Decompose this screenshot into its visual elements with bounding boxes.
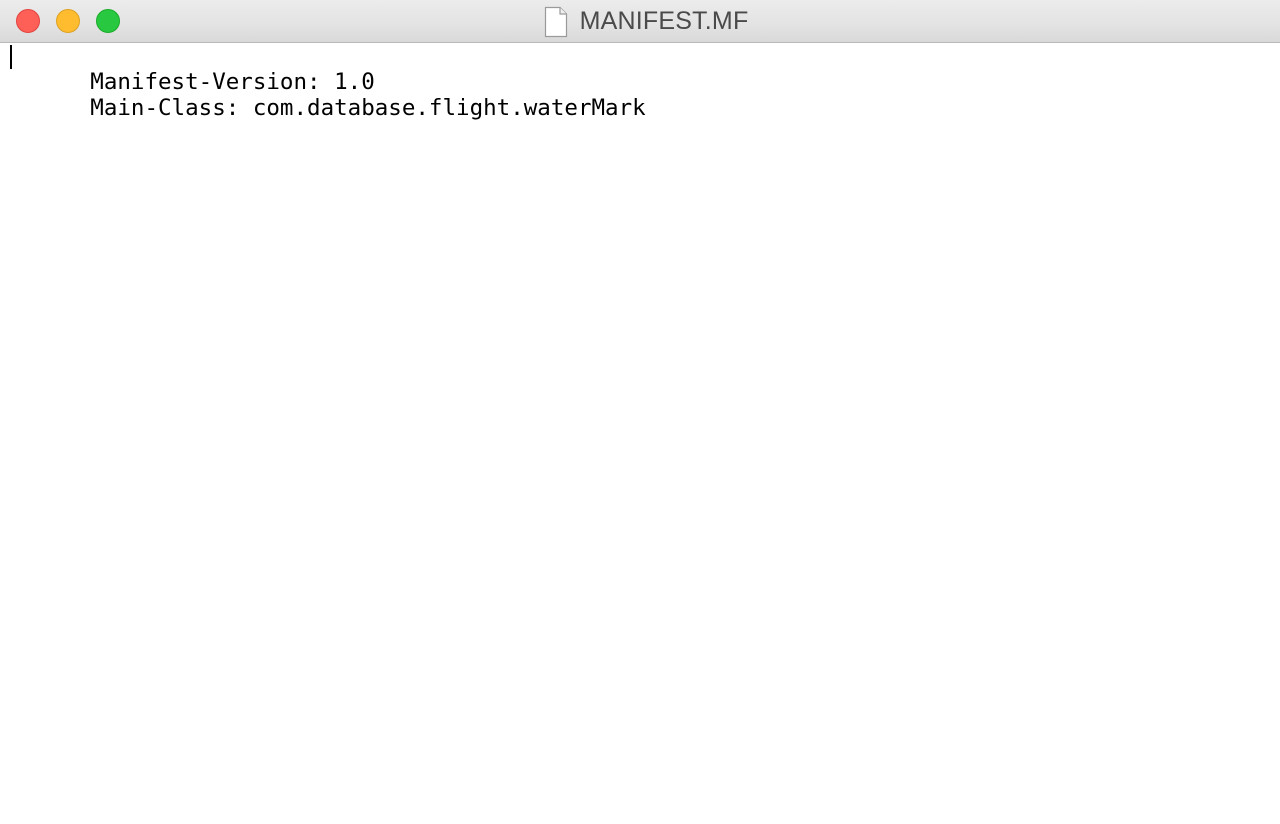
editor-line[interactable]: Manifest-Version: 1.0 [9, 43, 1280, 95]
close-window-button[interactable] [16, 9, 40, 33]
textedit-window: MANIFEST.MF Manifest-Version: 1.0 Main-C… [0, 0, 1280, 824]
text-editor-area[interactable]: Manifest-Version: 1.0 Main-Class: com.da… [0, 43, 1280, 824]
editor-line-text[interactable]: Manifest-Version: 1.0 [90, 69, 374, 95]
zoom-window-button[interactable] [96, 9, 120, 33]
window-title[interactable]: MANIFEST.MF [580, 7, 749, 36]
minimize-window-button[interactable] [56, 9, 80, 33]
document-icon [544, 6, 567, 37]
editor-line-text[interactable]: Main-Class: com.database.flight.waterMar… [90, 95, 645, 121]
title-bar[interactable]: MANIFEST.MF [0, 0, 1280, 43]
text-caret [10, 45, 12, 69]
window-title-area: MANIFEST.MF [0, 0, 1280, 43]
